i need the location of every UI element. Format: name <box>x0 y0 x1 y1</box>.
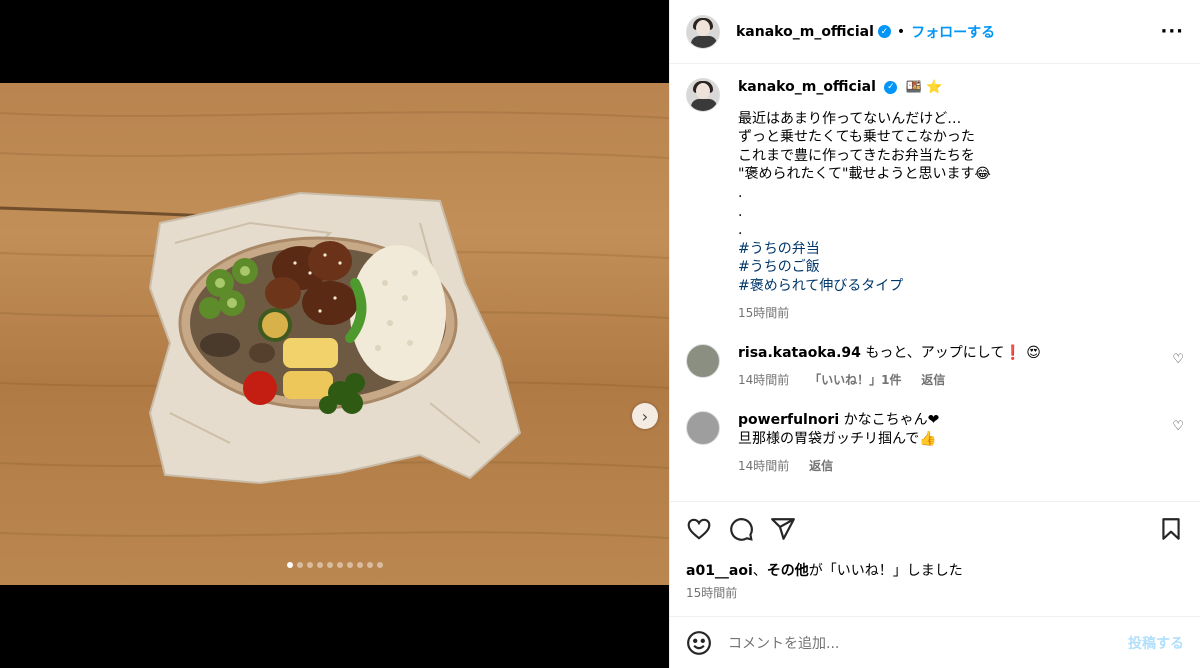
hashtag-link[interactable]: #うちのご飯 <box>738 258 991 277</box>
comment-text: 旦那様の胃袋ガッチリ掴んで👍 <box>738 430 937 447</box>
reply-button[interactable]: 返信 <box>809 459 833 473</box>
carousel-dot <box>376 562 383 568</box>
comment-item: risa.kataoka.94 もっと、アップにして❗️ 😍 14時間前 「いい… <box>686 344 1184 389</box>
caption-timestamp: 15時間前 <box>738 305 790 320</box>
bento-image <box>0 111 669 539</box>
carousel-dot <box>366 562 373 568</box>
carousel-dot <box>296 562 303 568</box>
verified-badge-icon: ✓ <box>877 25 891 38</box>
carousel-dot <box>316 562 323 568</box>
next-image-button[interactable]: › <box>632 403 658 429</box>
comment-text: かなこちゃん❤ <box>843 412 940 429</box>
commenter-avatar[interactable] <box>686 344 720 379</box>
add-comment-bar: コメントを追加... 投稿する <box>670 616 1200 668</box>
caption-line: . <box>738 203 743 220</box>
follow-button[interactable]: フォローする <box>911 22 995 42</box>
carousel-dot <box>356 562 363 568</box>
comment-bubble-icon[interactable] <box>728 516 754 542</box>
comment-item: powerfulnori かなこちゃん❤ 旦那様の胃袋ガッチリ掴んで👍 14時間… <box>686 411 1184 475</box>
post-media: › <box>0 0 669 668</box>
post-panel: kanako_m_official ✓ • フォローする ··· kanako_… <box>669 0 1200 668</box>
author-avatar[interactable] <box>686 14 720 49</box>
emoji-icon[interactable] <box>686 630 712 656</box>
caption-line: . <box>738 184 743 201</box>
more-options-icon[interactable]: ··· <box>1160 21 1184 42</box>
likes-suffix: が「いいね！」しました <box>808 563 963 579</box>
comment-text: もっと、アップにして❗️ 😍 <box>865 345 1041 362</box>
likes-connector: 、 <box>752 563 767 579</box>
carousel-dot <box>336 562 343 568</box>
commenter-avatar[interactable] <box>686 411 720 446</box>
bento-photo: › <box>0 83 669 585</box>
caption: kanako_m_official ✓ 🍱 ⭐ 最近はあまり作ってないんだけど…… <box>686 78 1184 322</box>
caption-line: "褒められたくて"載せようと思います😂 <box>738 166 991 183</box>
caption-line: ずっと乗せたくても乗せてこなかった <box>738 129 975 146</box>
caption-emoji: 🍱 ⭐ <box>905 80 943 95</box>
comment-timestamp: 14時間前 <box>738 372 790 387</box>
comment-likes-link[interactable]: 「いいね！」1件 <box>809 373 901 387</box>
caption-line: 最近はあまり作ってないんだけど… <box>738 110 962 127</box>
caption-username[interactable]: kanako_m_official <box>738 79 876 95</box>
carousel-dot <box>286 562 293 568</box>
hashtag-link[interactable]: #うちの弁当 <box>738 240 991 259</box>
likes-summary: a01__aoi、その他が「いいね！」しました <box>670 542 1200 580</box>
liker-username[interactable]: a01__aoi <box>686 563 753 579</box>
save-bookmark-icon[interactable] <box>1158 516 1184 542</box>
carousel-dot <box>346 562 353 568</box>
commenter-username[interactable]: powerfulnori <box>738 412 839 428</box>
commenter-username[interactable]: risa.kataoka.94 <box>738 345 861 361</box>
others-link[interactable]: その他 <box>767 563 809 579</box>
like-comment-heart-icon[interactable]: ♡ <box>1172 419 1184 434</box>
author-username[interactable]: kanako_m_official <box>736 24 874 40</box>
reply-button[interactable]: 返信 <box>921 373 945 387</box>
carousel-dots <box>0 562 669 568</box>
caption-line: これまで豊に作ってきたお弁当たちを <box>738 147 975 164</box>
caption-author-avatar[interactable] <box>686 78 720 112</box>
caption-line: . <box>738 222 743 239</box>
comments-section: kanako_m_official ✓ 🍱 ⭐ 最近はあまり作ってないんだけど…… <box>670 64 1200 501</box>
like-heart-icon[interactable] <box>686 516 712 542</box>
caption-text: 最近はあまり作ってないんだけど… ずっと乗せたくても乗せてこなかった これまで豊… <box>738 110 991 296</box>
share-send-icon[interactable] <box>770 516 796 542</box>
separator-dot: • <box>896 23 906 40</box>
like-comment-heart-icon[interactable]: ♡ <box>1172 352 1184 367</box>
comment-input[interactable]: コメントを追加... <box>728 633 1128 653</box>
verified-badge-icon: ✓ <box>884 80 898 94</box>
comment-timestamp: 14時間前 <box>738 458 790 473</box>
hashtag-link[interactable]: #褒められて伸びるタイプ <box>738 277 991 296</box>
carousel-dot <box>326 562 333 568</box>
post-timestamp[interactable]: 15時間前 <box>670 580 1200 601</box>
post-comment-button[interactable]: 投稿する <box>1128 633 1184 653</box>
post-header: kanako_m_official ✓ • フォローする ··· <box>670 0 1200 64</box>
carousel-dot <box>306 562 313 568</box>
